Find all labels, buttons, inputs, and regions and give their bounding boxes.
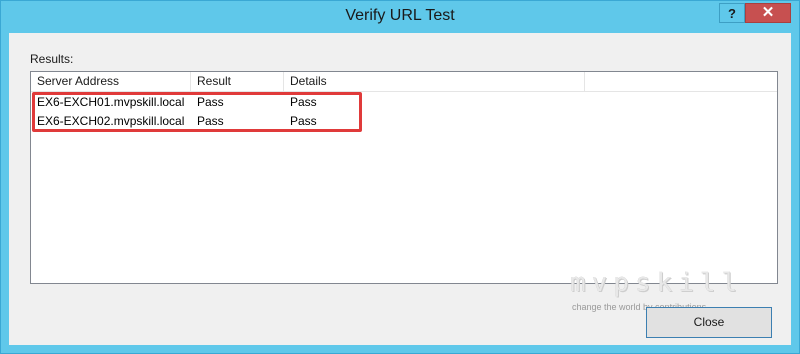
column-header-details[interactable]: Details	[284, 72, 585, 91]
cell-details: Pass	[290, 95, 317, 109]
watermark-logo: mvpskill	[570, 268, 744, 298]
table-row[interactable]: EX6-EXCH01.mvpskill.local Pass Pass	[31, 93, 585, 112]
column-header-result[interactable]: Result	[191, 72, 284, 91]
dialog-window: Verify URL Test ? ✕ Results: Server Addr…	[0, 0, 800, 354]
dialog-body: Results: Server Address Result Details E…	[9, 33, 791, 345]
cell-result: Pass	[197, 114, 224, 128]
window-close-button[interactable]: ✕	[745, 3, 791, 23]
results-list[interactable]: Server Address Result Details EX6-EXCH01…	[30, 71, 778, 284]
help-button[interactable]: ?	[719, 3, 745, 23]
table-row[interactable]: EX6-EXCH02.mvpskill.local Pass Pass	[31, 112, 585, 131]
cell-server-address: EX6-EXCH01.mvpskill.local	[37, 95, 185, 109]
window-title: Verify URL Test	[345, 7, 455, 24]
column-header-server-address[interactable]: Server Address	[31, 72, 191, 91]
title-bar[interactable]: Verify URL Test ? ✕	[1, 1, 799, 33]
list-header: Server Address Result Details	[31, 72, 777, 92]
close-button[interactable]: Close	[646, 307, 772, 338]
cell-server-address: EX6-EXCH02.mvpskill.local	[37, 114, 185, 128]
results-label: Results:	[30, 52, 74, 66]
column-header-filler	[585, 72, 777, 91]
cell-details: Pass	[290, 114, 317, 128]
cell-result: Pass	[197, 95, 224, 109]
